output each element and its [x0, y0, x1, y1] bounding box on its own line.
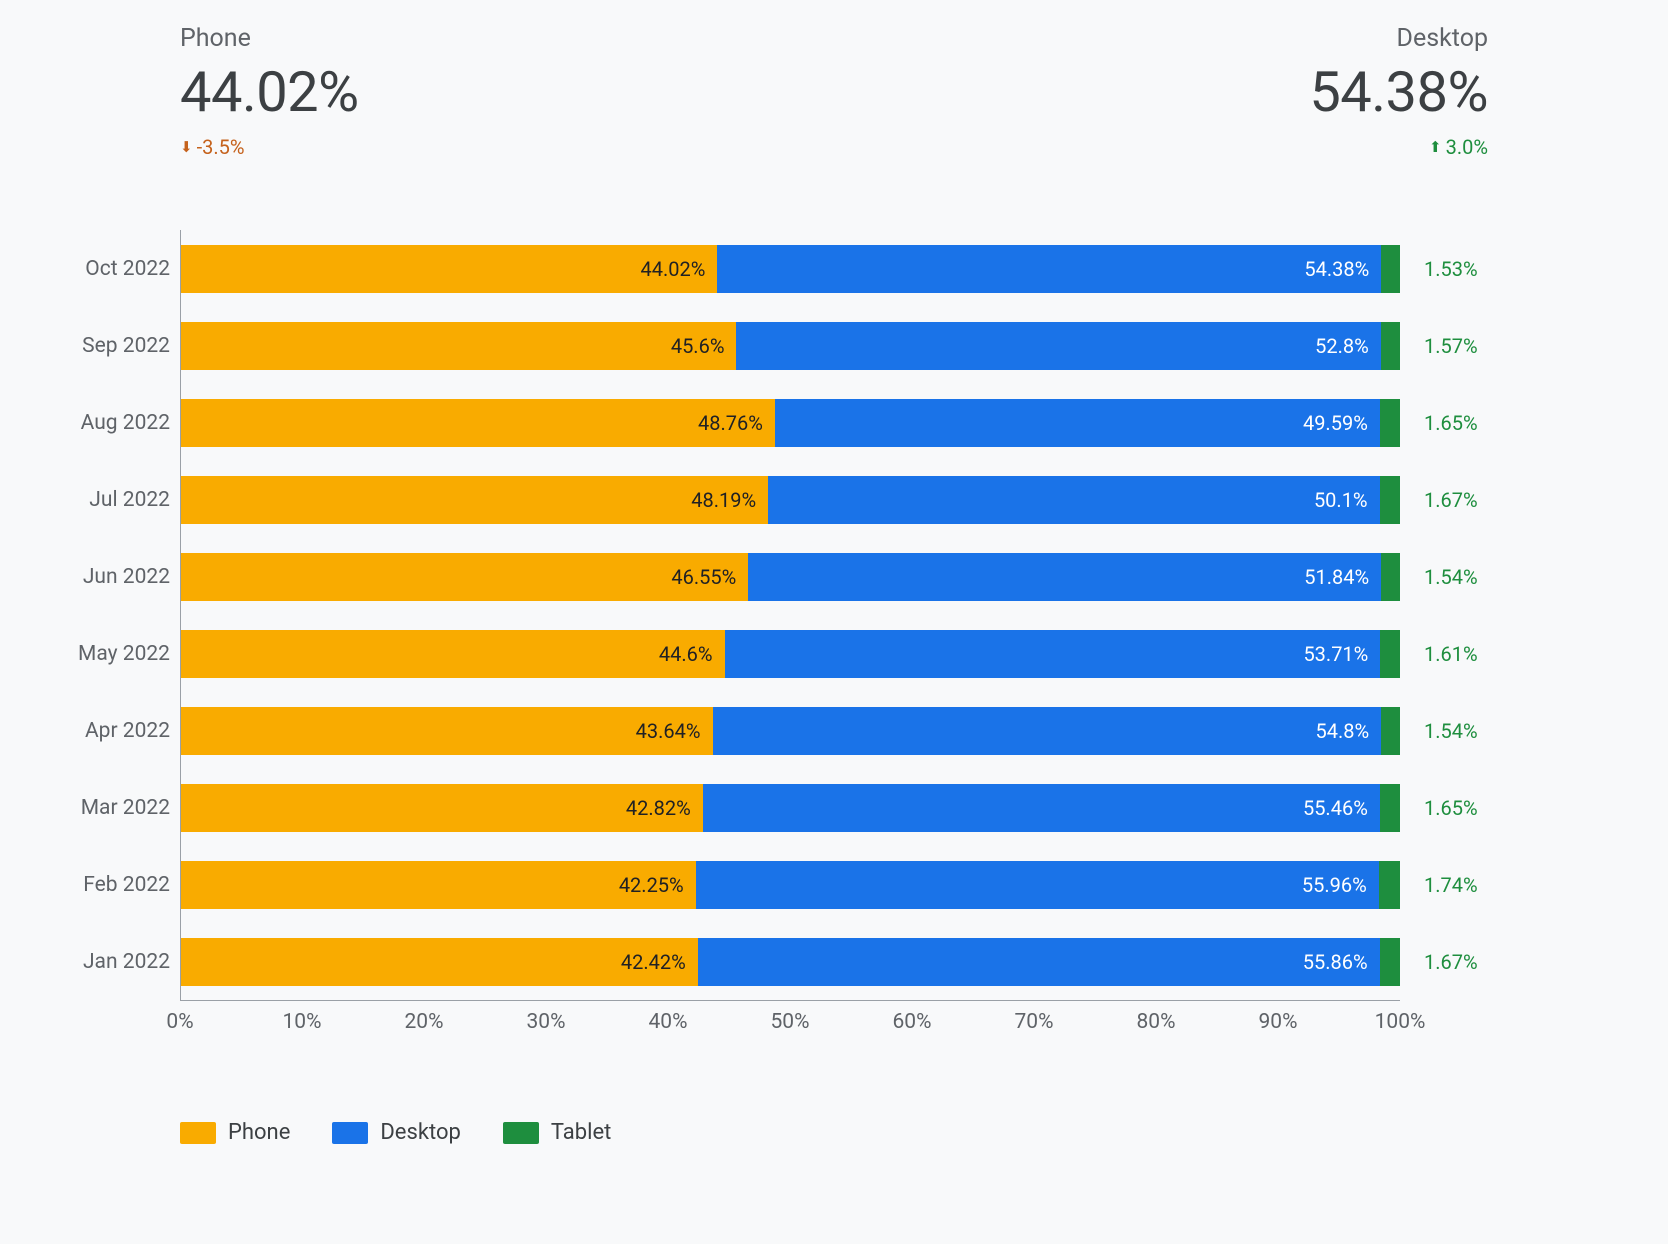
bar-label-tablet: 1.67% [1424, 950, 1478, 974]
y-axis-category-label: May 2022 [10, 642, 170, 666]
x-axis-line [180, 1000, 1400, 1001]
bar-label-tablet: 1.54% [1424, 719, 1478, 743]
bar-segment-tablet [1380, 784, 1400, 832]
x-axis-tick-label: 80% [1137, 1010, 1176, 1034]
kpi-desktop-delta-text: 3.0% [1446, 135, 1488, 159]
x-axis-tick-label: 60% [893, 1010, 932, 1034]
y-axis-category-label: Mar 2022 [10, 796, 170, 820]
bar-segment-tablet [1380, 938, 1400, 986]
bar-segment-phone: 46.55% [180, 553, 748, 601]
bar-segment-phone: 42.25% [180, 861, 696, 909]
bar-row: 46.55%51.84% [180, 553, 1400, 601]
kpi-phone-value: 44.02% [180, 59, 359, 125]
bar-row: 43.64%54.8% [180, 707, 1400, 755]
bar-segment-desktop: 54.8% [713, 707, 1382, 755]
y-axis-category-label: Apr 2022 [10, 719, 170, 743]
arrow-down-icon: ⬇ [180, 140, 193, 155]
y-axis-category-label: Oct 2022 [10, 257, 170, 281]
kpi-desktop-delta: ⬆ 3.0% [1309, 135, 1488, 159]
legend-item-desktop: Desktop [332, 1120, 461, 1145]
bar-row: 42.42%55.86% [180, 938, 1400, 986]
x-axis-tick-label: 20% [405, 1010, 444, 1034]
bar-label-tablet: 1.53% [1424, 257, 1478, 281]
kpi-phone-delta-text: -3.5% [197, 135, 245, 159]
y-axis-category-label: Jun 2022 [10, 565, 170, 589]
bar-label-tablet: 1.61% [1424, 642, 1478, 666]
bar-row: 44.6%53.71% [180, 630, 1400, 678]
bar-segment-tablet [1380, 476, 1400, 524]
bar-segment-tablet [1380, 630, 1400, 678]
legend-swatch-tablet [503, 1122, 539, 1144]
x-axis-tick-label: 90% [1259, 1010, 1298, 1034]
bar-segment-phone: 48.76% [180, 399, 775, 447]
y-axis-category-label: Jul 2022 [10, 488, 170, 512]
x-axis-tick-label: 50% [771, 1010, 810, 1034]
kpi-desktop: Desktop 54.38% ⬆ 3.0% [1309, 24, 1488, 159]
bar-segment-desktop: 55.96% [696, 861, 1379, 909]
x-axis-tick-label: 10% [283, 1010, 322, 1034]
bar-row: 44.02%54.38% [180, 245, 1400, 293]
bar-segment-desktop: 53.71% [725, 630, 1381, 678]
legend-swatch-desktop [332, 1122, 368, 1144]
bar-label-tablet: 1.67% [1424, 488, 1478, 512]
x-axis-tick-label: 30% [527, 1010, 566, 1034]
bar-segment-tablet [1381, 707, 1400, 755]
bar-row: 48.76%49.59% [180, 399, 1400, 447]
x-axis-tick-label: 40% [649, 1010, 688, 1034]
bar-segment-desktop: 51.84% [748, 553, 1381, 601]
bar-row: 45.6%52.8% [180, 322, 1400, 370]
bar-segment-phone: 43.64% [180, 707, 713, 755]
bar-label-tablet: 1.57% [1424, 334, 1478, 358]
bar-row: 42.25%55.96% [180, 861, 1400, 909]
bar-label-tablet: 1.74% [1424, 873, 1478, 897]
x-axis-tick-label: 0% [166, 1010, 193, 1034]
bar-segment-tablet [1379, 861, 1400, 909]
y-axis-line [180, 230, 181, 1000]
legend-label-desktop: Desktop [380, 1120, 461, 1145]
legend-label-phone: Phone [228, 1120, 290, 1145]
legend-item-tablet: Tablet [503, 1120, 611, 1145]
legend-item-phone: Phone [180, 1120, 290, 1145]
chart-legend: Phone Desktop Tablet [180, 1120, 611, 1145]
bar-segment-desktop: 52.8% [736, 322, 1380, 370]
kpi-desktop-label: Desktop [1309, 24, 1488, 53]
stacked-bar-chart: 44.02%54.38%45.6%52.8%48.76%49.59%48.19%… [180, 230, 1480, 1040]
x-axis-tick-label: 100% [1375, 1010, 1426, 1034]
bar-segment-phone: 42.42% [180, 938, 698, 986]
bar-segment-desktop: 55.46% [703, 784, 1380, 832]
bar-segment-phone: 42.82% [180, 784, 703, 832]
kpi-desktop-value: 54.38% [1309, 59, 1488, 125]
bar-segment-tablet [1381, 245, 1400, 293]
x-axis-tick-label: 70% [1015, 1010, 1054, 1034]
y-axis-category-label: Feb 2022 [10, 873, 170, 897]
legend-label-tablet: Tablet [551, 1120, 611, 1145]
bar-label-tablet: 1.65% [1424, 796, 1478, 820]
bar-row: 48.19%50.1% [180, 476, 1400, 524]
y-axis-category-label: Jan 2022 [10, 950, 170, 974]
bar-segment-phone: 45.6% [180, 322, 736, 370]
bar-segment-phone: 44.6% [180, 630, 725, 678]
kpi-phone: Phone 44.02% ⬇ -3.5% [180, 24, 359, 159]
kpi-phone-delta: ⬇ -3.5% [180, 135, 359, 159]
bar-segment-tablet [1380, 399, 1400, 447]
chart-plot-area: 44.02%54.38%45.6%52.8%48.76%49.59%48.19%… [180, 230, 1400, 1000]
arrow-up-icon: ⬆ [1429, 140, 1442, 155]
x-axis: 0%10%20%30%40%50%60%70%80%90%100% [180, 1000, 1400, 1040]
legend-swatch-phone [180, 1122, 216, 1144]
bar-segment-desktop: 50.1% [768, 476, 1379, 524]
bar-segment-desktop: 49.59% [775, 399, 1380, 447]
bar-segment-desktop: 55.86% [698, 938, 1380, 986]
bar-segment-tablet [1381, 322, 1400, 370]
y-axis-category-label: Sep 2022 [10, 334, 170, 358]
kpi-phone-label: Phone [180, 24, 359, 53]
bar-segment-tablet [1381, 553, 1400, 601]
bar-segment-phone: 48.19% [180, 476, 768, 524]
y-axis-category-label: Aug 2022 [10, 411, 170, 435]
bar-row: 42.82%55.46% [180, 784, 1400, 832]
kpi-row: Phone 44.02% ⬇ -3.5% Desktop 54.38% ⬆ 3.… [0, 0, 1668, 159]
bar-segment-phone: 44.02% [180, 245, 717, 293]
bar-segment-desktop: 54.38% [717, 245, 1381, 293]
bar-label-tablet: 1.54% [1424, 565, 1478, 589]
bar-label-tablet: 1.65% [1424, 411, 1478, 435]
